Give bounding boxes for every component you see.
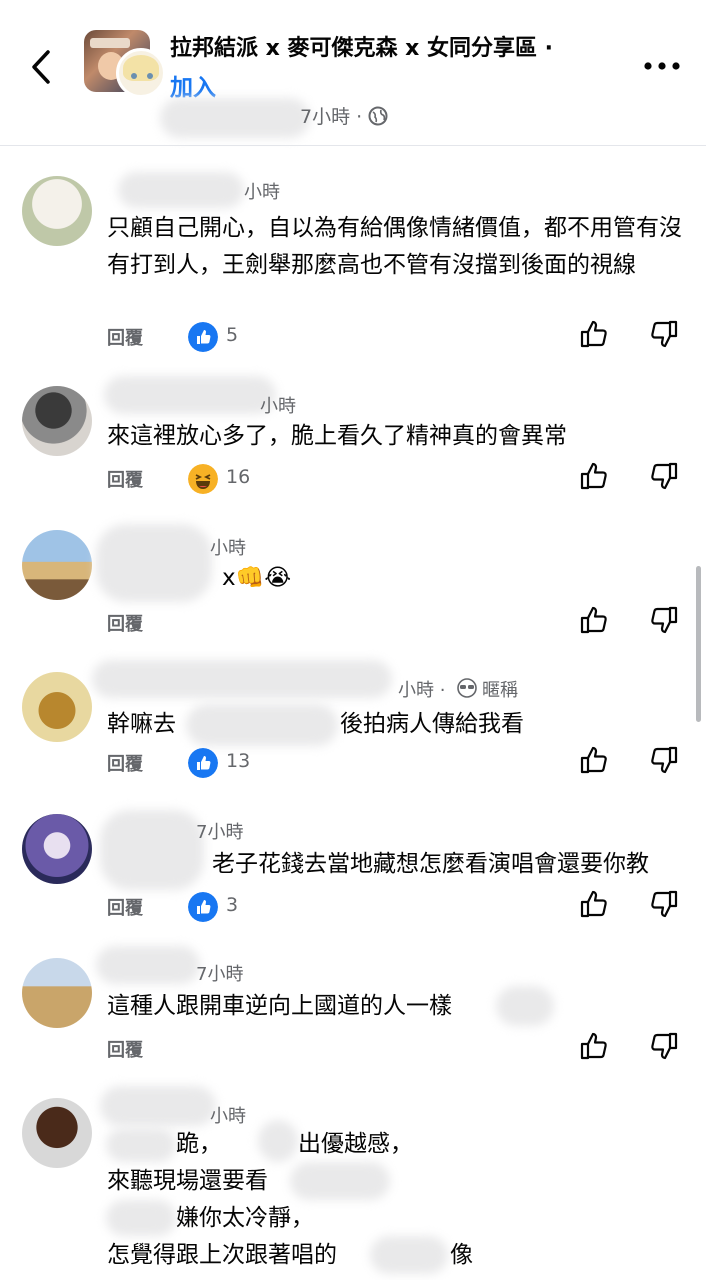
commenter-avatar[interactable] [22,176,92,246]
back-button[interactable] [22,42,62,92]
group-title[interactable]: 拉邦結派 x 麥可傑克森 x 女同分享區 · [170,30,553,62]
reply-button[interactable]: 回覆 [107,1036,143,1062]
thumbs-up-icon[interactable] [578,744,610,776]
redacted-text [370,1236,448,1274]
commenter-avatar[interactable] [22,672,92,742]
redacted-name [92,660,392,698]
thumbs-down-icon[interactable] [648,744,680,776]
comment: 小時 x👊😭 回覆 [0,520,706,640]
comment-time: 7小時 [196,964,244,985]
comment: 7小時 這種人跟開車逆向上國道的人一樣 回覆 [0,946,706,1066]
haha-reaction-icon [188,464,218,494]
comment-time: 小時 [244,182,280,203]
like-reaction-icon [188,892,218,922]
comment-time: 小時 [260,396,296,417]
poster-avatar[interactable] [116,48,166,98]
thumbs-down-icon[interactable] [648,460,680,492]
redacted-text [106,1200,176,1236]
post-header: 拉邦結派 x 麥可傑克森 x 女同分享區 · 加入 7小時 · [0,0,706,146]
thumbs-up-icon[interactable] [578,460,610,492]
thumbs-up-icon[interactable] [578,604,610,636]
scrollbar[interactable] [696,566,701,722]
reply-button[interactable]: 回覆 [107,466,143,492]
reply-button[interactable]: 回覆 [107,610,143,636]
comment-time: 小時 · [398,680,446,701]
thumbs-down-icon[interactable] [648,1030,680,1062]
comment: 小時 跪， 出優越感， 來聽現場還要看 嫌你太冷靜， 怎覺得跟上次跟著唱的 像 [0,1086,706,1280]
post-meta: 7小時 · [300,102,388,129]
reaction-count: 5 [226,324,239,346]
thumbs-up-icon[interactable] [578,318,610,350]
thumbs-down-icon[interactable] [648,888,680,920]
sunglasses-icon [457,678,477,698]
thumbs-down-icon[interactable] [648,604,680,636]
comment-line: 跪， [176,1131,222,1157]
commenter-avatar[interactable] [22,814,92,884]
nickname-badge: 暱稱 [482,680,518,701]
join-group-link[interactable]: 加入 [170,68,216,102]
comment: 7小時 老子花錢去當地藏想怎麼看演唱會還要你教 回覆 3 [0,804,706,924]
commenter-avatar[interactable] [22,530,92,600]
post-time: 7小時 · [300,106,363,128]
redacted-text [258,1120,298,1162]
redacted-name [104,376,276,414]
thumbs-up-icon[interactable] [578,888,610,920]
reply-button[interactable]: 回覆 [107,894,143,920]
redacted-text [290,1162,390,1200]
commenter-avatar[interactable] [22,958,92,1028]
commenter-avatar[interactable] [22,1098,92,1168]
reply-button[interactable]: 回覆 [107,324,143,350]
comment-text: 只顧自己開心，自以為有給偶像情緒價值，都不用管有沒有打到人，王劍舉那麼高也不管有… [107,215,682,278]
reaction-count: 13 [226,750,251,772]
comment: 小時 · 暱稱 幹嘛去 後拍病人傳給我看 回覆 13 [0,660,706,780]
comment-line: 嫌你太冷靜， [176,1205,314,1231]
comment: 小時 來這裡放心多了，脆上看久了精神真的會異常 回覆 16 [0,376,706,496]
commenter-avatar[interactable] [22,386,92,456]
comment-time: 7小時 [196,822,244,843]
comment-time: 小時 [210,1106,246,1127]
globe-icon [368,106,388,125]
redacted-text [186,704,338,746]
redacted-name [100,810,204,890]
comment-line: 怎覺得跟上次跟著唱的 [107,1242,337,1268]
reaction-count: 3 [226,894,239,916]
comment-time: 小時 [210,538,246,559]
comment-line: 像 [450,1242,473,1268]
comment-text: 老子花錢去當地藏想怎麼看演唱會還要你教 [212,851,649,877]
like-reaction-icon [188,748,218,778]
like-reaction-icon [188,322,218,352]
redacted-text [106,1128,176,1162]
more-dots-icon [644,62,680,70]
redacted-name [96,946,200,984]
redacted-poster-name [160,98,310,138]
redacted-name [118,172,244,208]
comment-text: 來這裡放心多了，脆上看久了精神真的會異常 [107,423,567,449]
chevron-left-icon [32,50,50,84]
redacted-name [100,1086,216,1126]
redacted-text [496,986,554,1026]
comment: 小時 只顧自己開心，自以為有給偶像情緒價值，都不用管有沒有打到人，王劍舉那麼高也… [0,170,706,352]
redacted-name [96,524,212,602]
comment-text: x👊😭 [222,565,292,591]
comment-text-cont: 後拍病人傳給我看 [340,711,524,737]
thumbs-up-icon[interactable] [578,1030,610,1062]
reaction-count: 16 [226,466,251,488]
comment-text: 這種人跟開車逆向上國道的人一樣 [107,993,452,1019]
reply-button[interactable]: 回覆 [107,750,143,776]
comment-line: 出優越感， [298,1131,413,1157]
more-options-button[interactable] [642,56,682,76]
thumbs-down-icon[interactable] [648,318,680,350]
